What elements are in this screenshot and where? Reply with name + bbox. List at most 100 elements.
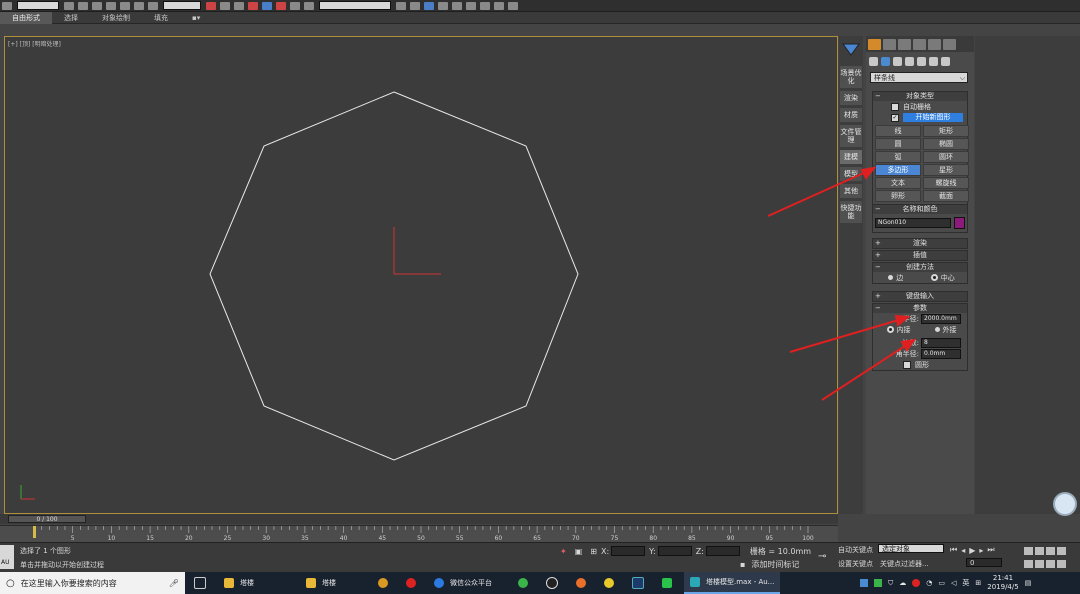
interpolation-rollout[interactable]: + 插值 — [872, 250, 968, 261]
start-new-shape-button[interactable]: 开始新图形 — [903, 113, 963, 122]
hierarchy-tab-icon[interactable] — [898, 38, 911, 50]
circle-button[interactable]: 圆 — [875, 138, 921, 150]
taskbar-item-folder-2[interactable]: 塔楼 — [300, 572, 342, 594]
tab-object-paint[interactable]: 对象绘制 — [90, 12, 142, 24]
taskbar-item-iqiyi[interactable] — [656, 572, 684, 594]
circular-checkbox[interactable] — [903, 360, 911, 369]
sides-spinner[interactable]: 8 — [921, 337, 961, 348]
side-tab-other[interactable]: 其他 — [840, 184, 862, 198]
arc-button[interactable]: 弧 — [875, 151, 921, 163]
start-new-shape-checkbox[interactable]: ✓ — [891, 113, 899, 122]
cloud-icon[interactable]: ☁ — [899, 579, 906, 587]
keyboard-shortcut-icon[interactable] — [234, 1, 244, 10]
line-button[interactable]: 线 — [875, 125, 921, 137]
side-tab-material[interactable]: 材质 — [840, 108, 862, 122]
select-by-name-icon[interactable] — [78, 1, 88, 10]
corner-radius-spinner[interactable]: 0.0mm — [921, 348, 961, 359]
task-view-button[interactable] — [188, 572, 218, 594]
assistant-avatar-icon[interactable] — [1053, 492, 1077, 516]
shapes-icon[interactable] — [881, 56, 890, 66]
defender-icon[interactable]: ⛉ — [888, 579, 893, 588]
track-bar[interactable]: 5 10 15 20 25 30 35 40 45 50 55 60 65 70 75 80 85 90 95 100 — [0, 525, 838, 542]
systems-icon[interactable] — [941, 56, 950, 66]
inscribed-radio[interactable] — [886, 326, 894, 333]
center-radio[interactable] — [930, 274, 938, 281]
zoom-extents-all-icon[interactable] — [1057, 547, 1066, 555]
star-button[interactable]: 星形 — [923, 164, 969, 176]
selection-lock-icon[interactable]: ▣ — [575, 547, 583, 556]
lights-icon[interactable] — [893, 56, 902, 66]
time-slider[interactable]: 0 / 100 — [0, 514, 838, 524]
viewport-label[interactable]: [+] [顶] [明暗处理] — [8, 39, 61, 48]
absolute-mode-icon[interactable]: ⊞ — [590, 547, 597, 556]
lock-icon[interactable]: ✦ — [560, 547, 567, 556]
go-to-end-icon[interactable]: ⏭ — [987, 545, 994, 555]
modify-tab-icon[interactable] — [883, 38, 896, 50]
taskbar-item-qq[interactable] — [540, 572, 570, 594]
undo-icon[interactable] — [2, 1, 12, 10]
helix-button[interactable]: 螺旋线 — [923, 177, 969, 189]
parameters-header[interactable]: − 参数 — [873, 304, 967, 313]
wifi-icon[interactable]: ◔ — [926, 579, 932, 587]
key-filters-button[interactable]: 关键点过滤器... — [880, 559, 929, 569]
key-mode-icon[interactable]: ⊸ — [818, 551, 826, 562]
notification-icon[interactable]: ▤ — [1025, 579, 1032, 587]
tray-music-icon[interactable] — [912, 579, 921, 587]
side-tab-file[interactable]: 文件管理 — [840, 125, 862, 147]
field-of-view-icon[interactable] — [1024, 560, 1033, 568]
side-tab-shortcut[interactable]: 快捷功能 — [840, 201, 862, 223]
current-frame-field[interactable]: 0 — [966, 558, 1002, 567]
current-frame-marker[interactable] — [33, 526, 36, 538]
creation-method-header[interactable]: − 创建方法 — [873, 263, 967, 272]
display-tab-icon[interactable] — [928, 38, 941, 50]
battery-icon[interactable]: ▭ — [938, 579, 945, 587]
object-name-field[interactable]: NGon010 — [875, 218, 951, 228]
taskbar-search[interactable]: ○ 在这里输入你要搜索的内容 🎤︎ — [0, 572, 185, 594]
name-color-header[interactable]: − 名称和颜色 — [873, 205, 967, 214]
shape-category-dropdown[interactable]: 样条线 ⌵ — [870, 72, 968, 83]
create-tab-icon[interactable] — [868, 38, 881, 50]
orbit-icon[interactable] — [1046, 560, 1055, 568]
tray-app-icon[interactable] — [860, 579, 868, 587]
taskbar-item-3dsmax[interactable]: 塔楼模型.max - Au... — [684, 572, 781, 594]
octagon-shape[interactable] — [209, 91, 579, 461]
edit-named-selection-icon[interactable] — [304, 1, 314, 10]
spinner-snap-icon[interactable] — [290, 1, 300, 10]
ime-icon[interactable]: ⊞ — [975, 579, 981, 587]
rotate-icon[interactable] — [134, 1, 144, 10]
z-coordinate-field[interactable] — [705, 546, 740, 556]
layer-manager-icon[interactable] — [424, 1, 434, 10]
ribbon-options-icon[interactable]: ▪▾ — [180, 12, 212, 24]
set-key-button[interactable]: 设置关键点 — [838, 559, 873, 569]
auto-grid-checkbox[interactable] — [891, 102, 899, 111]
maxscript-listener[interactable]: AU — [0, 545, 14, 569]
taskbar-item-browser[interactable]: 微信公众平台 — [428, 572, 498, 594]
object-color-swatch[interactable] — [953, 217, 965, 229]
angle-snap-icon[interactable] — [262, 1, 272, 10]
radius-spinner[interactable]: 2000.0mm — [921, 313, 961, 324]
edge-radio[interactable] — [888, 275, 894, 280]
rect-selection-icon[interactable] — [92, 1, 102, 10]
geometry-icon[interactable] — [869, 56, 878, 66]
microphone-icon[interactable]: 🎤︎ — [169, 579, 179, 588]
pivot-icon[interactable] — [206, 1, 216, 10]
ngon-button[interactable]: 多边形 — [875, 164, 921, 176]
text-button[interactable]: 文本 — [875, 177, 921, 189]
tab-populate[interactable]: 填充 — [142, 12, 180, 24]
tray-wechat-icon[interactable] — [874, 579, 882, 587]
next-frame-icon[interactable]: ▸ — [979, 546, 983, 555]
y-coordinate-field[interactable] — [657, 546, 692, 556]
taskbar-item-chrome[interactable] — [598, 572, 626, 594]
utilities-tab-icon[interactable] — [943, 38, 956, 50]
side-tab-render[interactable]: 渲染 — [840, 91, 862, 105]
move-icon[interactable] — [120, 1, 130, 10]
scale-icon[interactable] — [148, 1, 158, 10]
ribbon-toggle-icon[interactable] — [438, 1, 448, 10]
taskbar-item-g[interactable] — [372, 572, 400, 594]
taskbar-item-firefox[interactable] — [570, 572, 598, 594]
align-icon[interactable] — [410, 1, 420, 10]
percent-snap-icon[interactable] — [276, 1, 286, 10]
rectangle-button[interactable]: 矩形 — [923, 125, 969, 137]
curve-editor-icon[interactable] — [452, 1, 462, 10]
keyboard-entry-rollout[interactable]: + 键盘输入 — [872, 291, 968, 302]
